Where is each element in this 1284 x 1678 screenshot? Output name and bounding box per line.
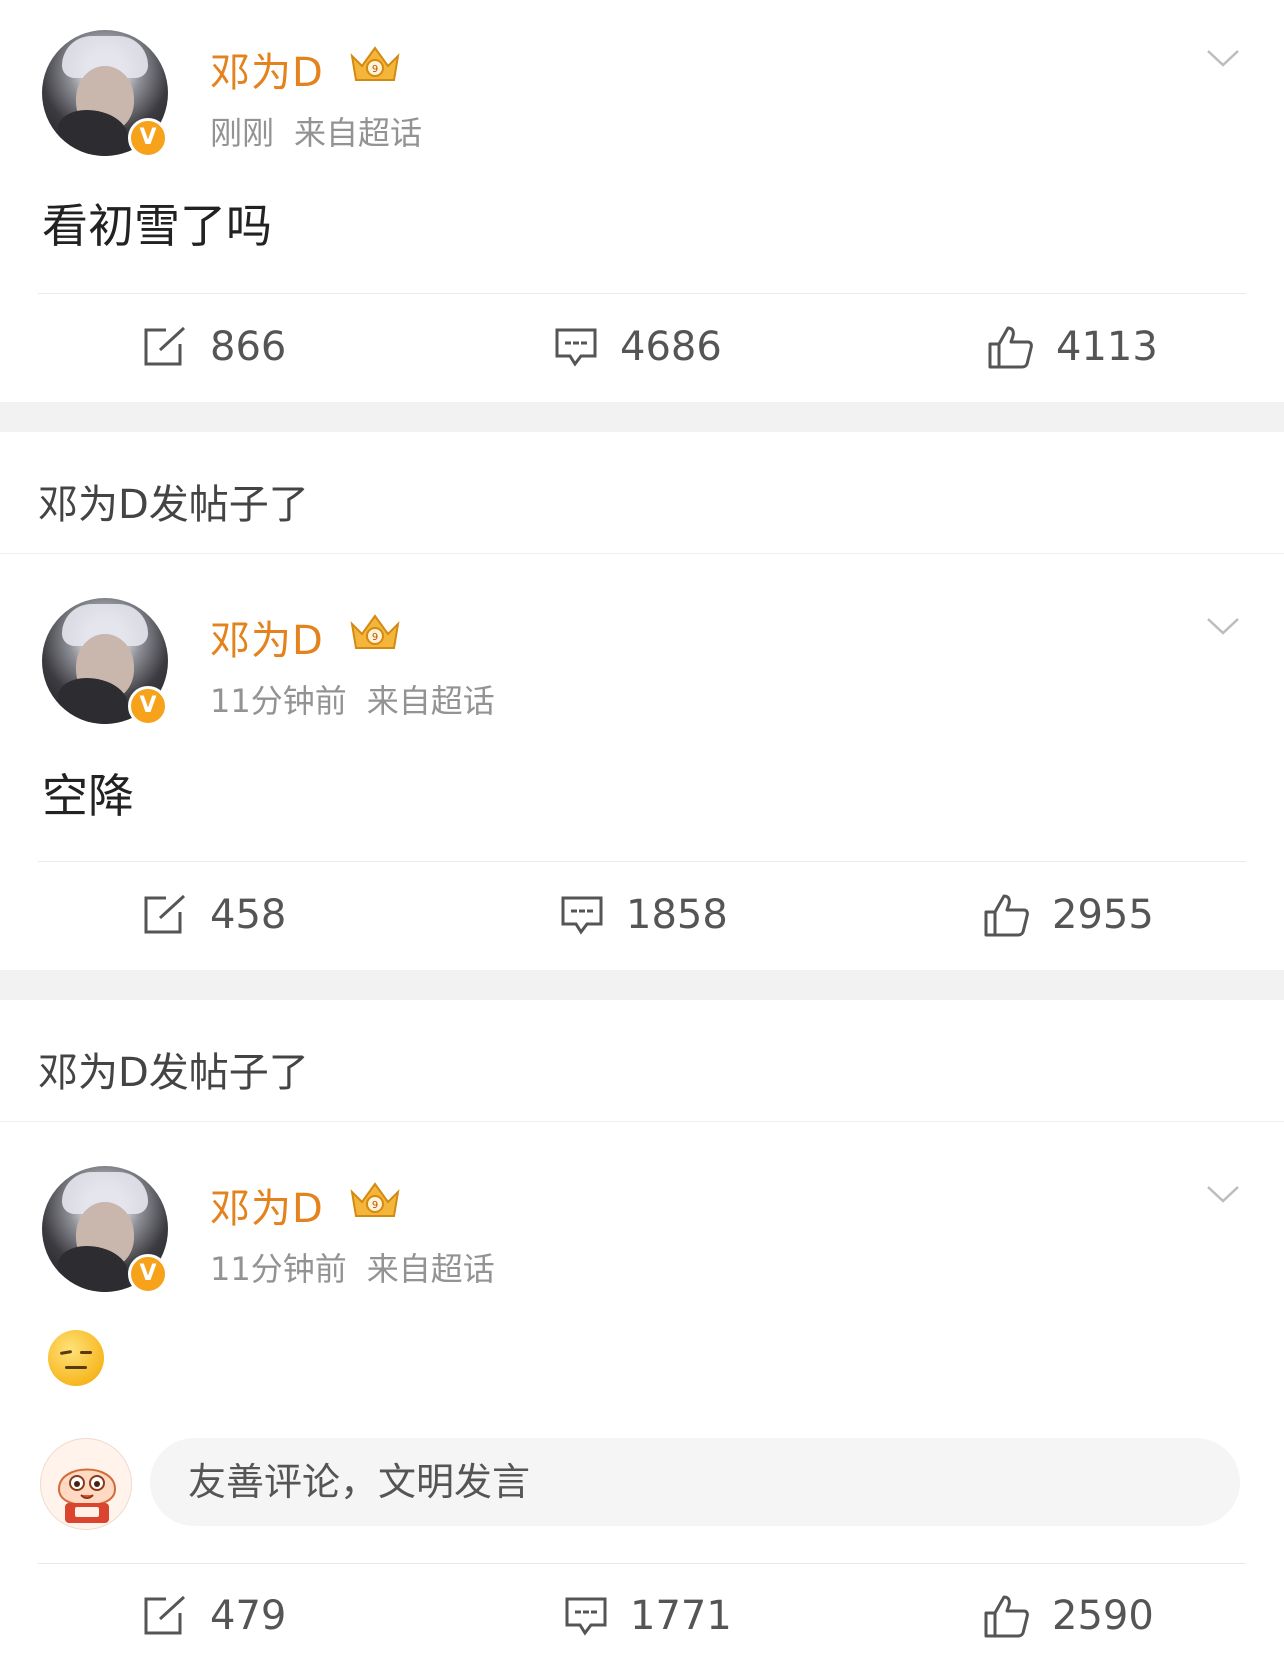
post-card: V 邓为D 9 11分钟前 来自超话 空降 458 1858 2955 xyxy=(0,568,1284,968)
repost-icon xyxy=(144,1595,186,1635)
comment-button[interactable]: 1858 xyxy=(560,885,728,945)
chevron-down-icon[interactable] xyxy=(1206,1184,1240,1204)
crown-icon[interactable]: 9 xyxy=(348,610,402,654)
post-card: V 邓为D 9 11分钟前 来自超话 友善评论，文明发言 479 1771 25… xyxy=(0,1136,1284,1678)
thumbs-up-icon xyxy=(984,894,1029,937)
action-bar: 479 1771 2590 xyxy=(0,1586,1284,1646)
username[interactable]: 邓为D xyxy=(210,608,324,666)
action-bar: 458 1858 2955 xyxy=(0,885,1284,945)
crown-icon[interactable]: 9 xyxy=(348,1178,402,1222)
comment-count: 4686 xyxy=(620,324,722,370)
post-meta: 11分钟前 来自超话 xyxy=(210,676,495,722)
comment-button[interactable]: 1771 xyxy=(564,1586,732,1646)
comment-count: 1858 xyxy=(626,892,728,938)
verified-badge-icon: V xyxy=(128,1254,168,1294)
svg-text:9: 9 xyxy=(372,1200,378,1211)
post-meta: 刚刚 来自超话 xyxy=(210,108,422,154)
like-button[interactable]: 2955 xyxy=(982,885,1154,945)
svg-text:9: 9 xyxy=(372,632,378,643)
post-time: 11分钟前 xyxy=(210,682,347,720)
repost-count: 866 xyxy=(210,324,287,370)
comment-icon xyxy=(555,328,597,367)
dumpling-mascot-icon xyxy=(57,1468,117,1523)
thumbs-up-icon xyxy=(988,326,1033,369)
verified-badge-icon: V xyxy=(128,118,168,158)
verified-badge-icon: V xyxy=(128,686,168,726)
divider xyxy=(0,1121,1284,1122)
svg-text:9: 9 xyxy=(372,64,378,75)
post-source[interactable]: 来自超话 xyxy=(367,1250,495,1288)
repost-button[interactable]: 458 xyxy=(142,885,286,945)
section-separator xyxy=(0,970,1284,1000)
like-count: 2590 xyxy=(1052,1593,1154,1639)
username[interactable]: 邓为D xyxy=(210,40,324,98)
commenter-avatar[interactable] xyxy=(40,1438,132,1530)
post-meta: 11分钟前 来自超话 xyxy=(210,1244,495,1290)
like-button[interactable]: 2590 xyxy=(982,1586,1154,1646)
post-time: 刚刚 xyxy=(210,114,275,152)
notification-text[interactable]: 邓为D发帖子了 xyxy=(38,472,309,530)
action-bar: 866 4686 4113 xyxy=(0,317,1284,377)
divider xyxy=(38,1563,1246,1564)
like-count: 2955 xyxy=(1052,892,1154,938)
post-time: 11分钟前 xyxy=(210,1250,347,1288)
comment-icon xyxy=(561,896,603,935)
repost-button[interactable]: 866 xyxy=(142,317,286,377)
comment-input[interactable]: 友善评论，文明发言 xyxy=(150,1438,1240,1526)
comment-button[interactable]: 4686 xyxy=(554,317,722,377)
like-count: 4113 xyxy=(1056,324,1158,370)
section-separator xyxy=(0,402,1284,432)
post-source[interactable]: 来自超话 xyxy=(294,114,422,152)
divider xyxy=(38,293,1246,294)
username[interactable]: 邓为D xyxy=(210,1176,324,1234)
post-text: 看初雪了吗 xyxy=(42,199,272,253)
notification-text[interactable]: 邓为D发帖子了 xyxy=(38,1040,309,1098)
post-source[interactable]: 来自超话 xyxy=(367,682,495,720)
repost-icon xyxy=(144,894,186,934)
repost-icon xyxy=(144,326,186,366)
chevron-down-icon[interactable] xyxy=(1206,616,1240,636)
repost-count: 479 xyxy=(210,1593,287,1639)
comment-icon xyxy=(565,1597,607,1636)
divider xyxy=(38,861,1246,862)
divider xyxy=(0,553,1284,554)
like-button[interactable]: 4113 xyxy=(986,317,1158,377)
repost-button[interactable]: 479 xyxy=(142,1586,286,1646)
comment-count: 1771 xyxy=(630,1593,732,1639)
chevron-down-icon[interactable] xyxy=(1206,48,1240,68)
post-text: 空降 xyxy=(42,769,134,823)
crown-icon[interactable]: 9 xyxy=(348,42,402,86)
post-card: V 邓为D 9 刚刚 来自超话 看初雪了吗 866 4686 4113 xyxy=(0,0,1284,402)
thumbs-up-icon xyxy=(984,1595,1029,1638)
squinting-face-emoji-icon xyxy=(48,1330,104,1386)
repost-count: 458 xyxy=(210,892,287,938)
